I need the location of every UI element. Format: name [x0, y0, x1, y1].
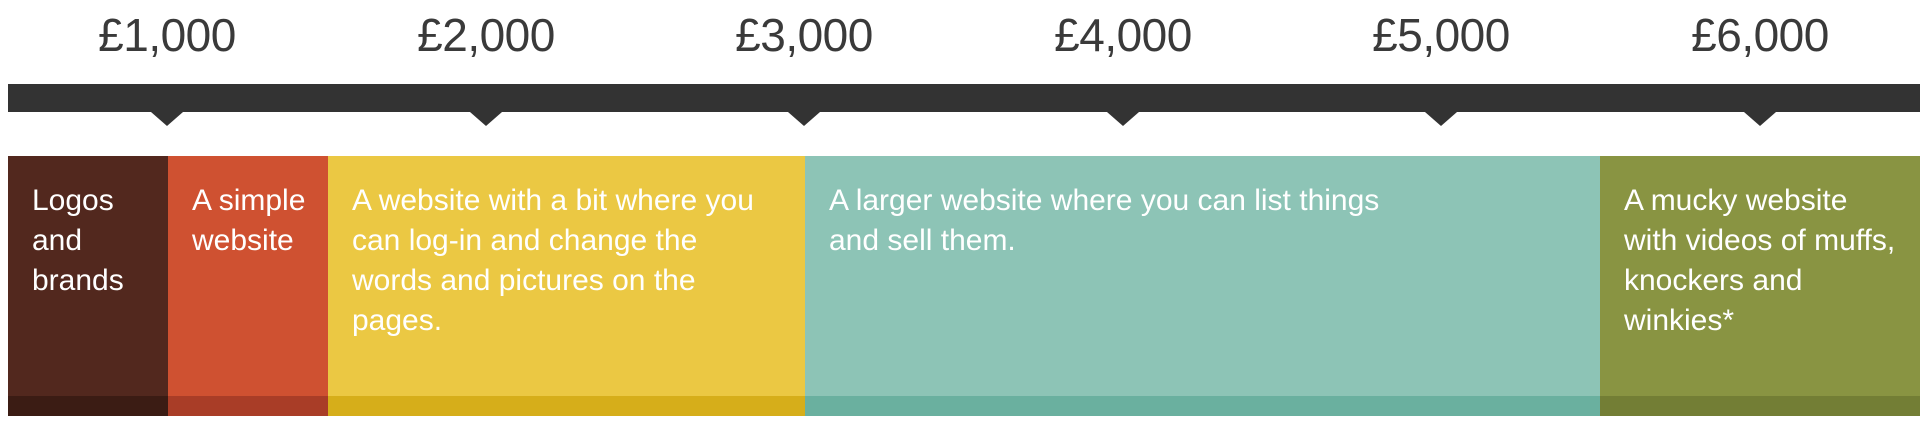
tick-marker	[788, 112, 820, 126]
tier-description: A larger website where you can list thin…	[829, 184, 1380, 257]
tick-marker	[470, 112, 502, 126]
tick-marker	[151, 112, 183, 126]
tier-description: Logos and brands	[32, 184, 124, 297]
tick-marker	[1107, 112, 1139, 126]
tier-description: A website with a bit where you can log-i…	[352, 184, 754, 337]
tick-marker	[1425, 112, 1457, 126]
tier-simple-website: A simple website	[168, 156, 328, 416]
tier-bottom-strip	[328, 396, 805, 416]
tier-ecommerce-website: A larger website where you can list thin…	[805, 156, 1600, 416]
timeline-bar	[8, 84, 1920, 112]
tier-bottom-strip	[805, 396, 1600, 416]
price-label: £1,000	[98, 9, 236, 61]
price-label: £5,000	[1372, 9, 1510, 61]
price-label: £6,000	[1691, 9, 1829, 61]
tier-description: A simple website	[192, 184, 306, 257]
tick-marker	[1744, 112, 1776, 126]
tier-description: A mucky website with videos of muffs, kn…	[1624, 184, 1896, 337]
tier-video-website: A mucky website with videos of muffs, kn…	[1600, 156, 1920, 416]
price-label: £3,000	[735, 9, 873, 61]
tier-logos-brands: Logos and brands	[8, 156, 168, 416]
tier-bottom-strip	[8, 396, 168, 416]
tier-bottom-strip	[1600, 396, 1920, 416]
tier-cms-website: A website with a bit where you can log-i…	[328, 156, 805, 416]
tier-bottom-strip	[168, 396, 328, 416]
price-label: £4,000	[1054, 9, 1192, 61]
price-label: £2,000	[417, 9, 555, 61]
